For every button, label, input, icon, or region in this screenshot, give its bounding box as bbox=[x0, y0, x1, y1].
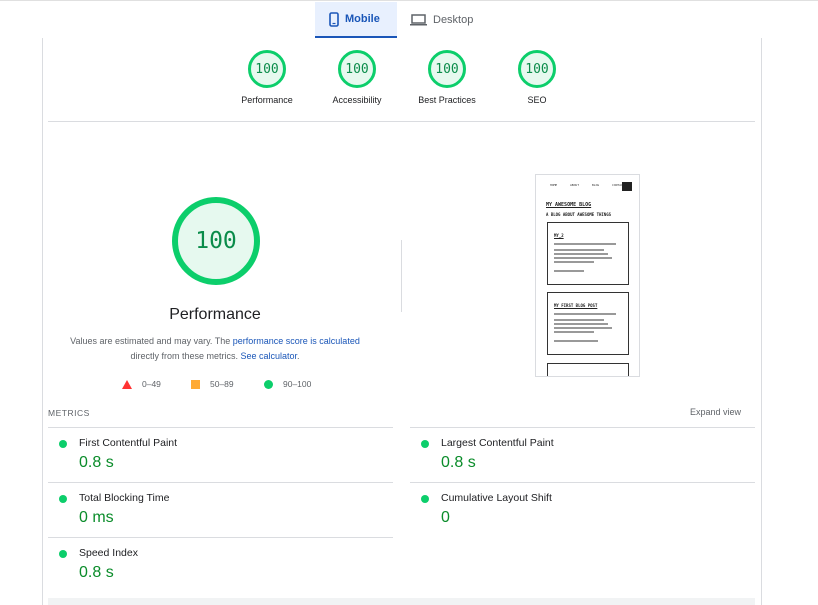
category-gauges: 100 Performance 100 Accessibility 100 Be… bbox=[0, 50, 818, 110]
metric-value: 0.8 s bbox=[79, 564, 114, 581]
tab-mobile[interactable]: Mobile bbox=[315, 2, 397, 38]
gauge-accessibility[interactable]: 100 Accessibility bbox=[307, 50, 407, 105]
gauge-accessibility-score: 100 bbox=[338, 50, 376, 88]
pass-circle-icon bbox=[421, 440, 429, 448]
gauge-performance-label: Performance bbox=[241, 95, 293, 105]
metric-cumulative-layout-shift: Cumulative Layout Shift 0 bbox=[410, 482, 755, 537]
gauge-seo[interactable]: 100 SEO bbox=[487, 50, 587, 105]
average-square-icon bbox=[191, 379, 200, 389]
score-legend: 0–49 50–89 90–100 bbox=[0, 379, 430, 393]
note-text-1: Values are estimated and may vary. The bbox=[70, 336, 233, 346]
gauge-performance-score: 100 bbox=[248, 50, 286, 88]
performance-score-gauge: 100 bbox=[172, 197, 260, 285]
performance-score-link[interactable]: performance score is calculated bbox=[233, 336, 360, 346]
gauge-best-practices-label: Best Practices bbox=[418, 95, 476, 105]
metric-largest-contentful-paint: Largest Contentful Paint 0.8 s bbox=[410, 427, 755, 482]
thumb-post-card bbox=[547, 363, 629, 376]
thumb-nav-item: HOME bbox=[550, 183, 558, 187]
thumb-post-title: MY_2 bbox=[554, 233, 564, 238]
thumb-post-card: MY FIRST BLOG POST bbox=[547, 292, 629, 355]
right-border bbox=[761, 38, 762, 605]
metric-name: Largest Contentful Paint bbox=[441, 437, 554, 449]
metric-name: First Contentful Paint bbox=[79, 437, 178, 449]
thumb-site-title: MY AWESOME BLOG bbox=[546, 202, 592, 208]
gauge-seo-score: 100 bbox=[518, 50, 556, 88]
thumb-tagline: A BLOG ABOUT AWESOME THINGS bbox=[546, 212, 612, 217]
metric-total-blocking-time: Total Blocking Time 0 ms bbox=[48, 482, 393, 537]
gauge-best-practices[interactable]: 100 Best Practices bbox=[397, 50, 497, 105]
tab-mobile-label: Mobile bbox=[345, 13, 380, 25]
gauge-seo-label: SEO bbox=[527, 95, 547, 105]
metric-value: 0.8 s bbox=[79, 454, 114, 471]
metrics-heading: METRICS bbox=[48, 408, 90, 418]
divider bbox=[48, 121, 755, 122]
metric-speed-index: Speed Index 0.8 s bbox=[48, 537, 393, 592]
fail-triangle-icon bbox=[122, 379, 132, 389]
metric-value: 0.8 s bbox=[441, 454, 476, 471]
left-border bbox=[42, 38, 43, 605]
tab-desktop-label: Desktop bbox=[433, 14, 474, 26]
laptop-icon bbox=[410, 14, 427, 26]
thumb-nav-item: BLOG bbox=[592, 183, 600, 187]
metric-first-contentful-paint: First Contentful Paint 0.8 s bbox=[48, 427, 393, 482]
pass-circle-icon bbox=[421, 495, 429, 503]
pass-circle-icon bbox=[59, 440, 67, 448]
metric-name: Cumulative Layout Shift bbox=[441, 492, 552, 504]
final-screenshot-thumbnail[interactable]: HOME ABOUT BLOG CONTACT MY AWESOME BLOG … bbox=[535, 174, 640, 377]
gauge-accessibility-label: Accessibility bbox=[332, 95, 382, 105]
legend-pass: 90–100 bbox=[264, 379, 311, 389]
gauge-performance[interactable]: 100 Performance bbox=[217, 50, 317, 105]
gauge-best-practices-score: 100 bbox=[428, 50, 466, 88]
pass-circle-icon bbox=[264, 379, 273, 389]
legend-fail-label: 0–49 bbox=[142, 379, 161, 389]
metric-name: Speed Index bbox=[79, 547, 138, 559]
pass-circle-icon bbox=[59, 495, 67, 503]
expand-view-toggle[interactable]: Expand view bbox=[690, 407, 741, 417]
form-factor-tabs: Mobile Desktop bbox=[315, 2, 487, 38]
legend-average: 50–89 bbox=[191, 379, 234, 389]
thumb-post-card: MY_2 bbox=[547, 222, 629, 285]
thumb-nav-item: ABOUT bbox=[570, 183, 580, 187]
smartphone-icon bbox=[329, 11, 339, 27]
pass-circle-icon bbox=[59, 550, 67, 558]
thumb-post-title: MY FIRST BLOG POST bbox=[554, 303, 598, 308]
performance-note: Values are estimated and may vary. The p… bbox=[60, 334, 370, 364]
legend-fail: 0–49 bbox=[122, 379, 161, 389]
performance-title: Performance bbox=[169, 306, 261, 323]
vertical-divider bbox=[401, 240, 402, 312]
note-text-2: directly from these metrics. bbox=[130, 351, 241, 361]
bottom-panel-edge bbox=[48, 598, 755, 605]
thumb-menu-icon bbox=[622, 182, 632, 191]
metric-value: 0 ms bbox=[79, 509, 114, 526]
legend-average-label: 50–89 bbox=[210, 379, 234, 389]
note-text-3: . bbox=[297, 351, 300, 361]
metric-value: 0 bbox=[441, 509, 450, 526]
top-rule bbox=[0, 0, 818, 1]
metric-name: Total Blocking Time bbox=[79, 492, 170, 504]
tab-desktop[interactable]: Desktop bbox=[397, 2, 487, 38]
legend-pass-label: 90–100 bbox=[283, 379, 312, 389]
see-calculator-link[interactable]: See calculator bbox=[240, 351, 297, 361]
